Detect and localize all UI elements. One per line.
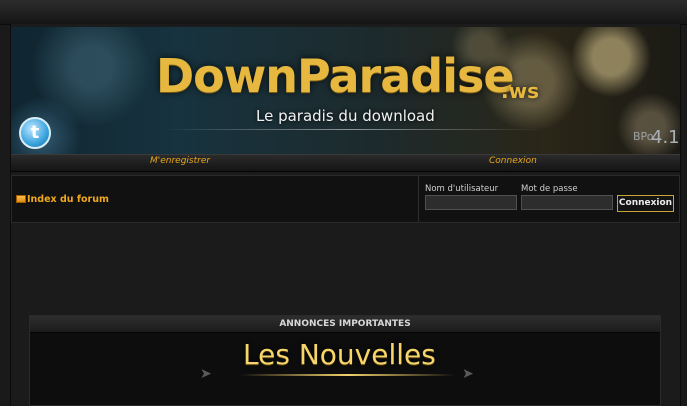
breadcrumb-bar: Index du forum Nom d'utilisateur Mot de … [11, 175, 680, 223]
login-button[interactable]: Connexion [617, 195, 674, 212]
version-number: 4.1 [651, 127, 680, 148]
arrow-right-icon: ➤ [462, 366, 474, 382]
username-field[interactable] [425, 195, 517, 210]
login-form: Nom d'utilisateur Mot de passe Connexion [418, 176, 680, 222]
site-tagline: Le paradis du download [256, 107, 435, 125]
site-logo-suffix: .ws [501, 79, 539, 103]
announcements-panel: ANNONCES IMPORTANTES ➤ Les Nouvelles ➤ [29, 315, 661, 406]
news-banner-underline [240, 374, 455, 376]
announcements-heading: ANNONCES IMPORTANTES [30, 316, 660, 333]
username-label: Nom d'utilisateur [425, 184, 499, 194]
site-logo-title: DownParadise [156, 49, 515, 103]
top-bar [0, 0, 687, 25]
breadcrumb[interactable]: Index du forum [16, 194, 109, 205]
page-container: DownParadise .ws Le paradis du download … [10, 24, 681, 406]
tagline-divider [161, 129, 541, 130]
password-field[interactable] [521, 195, 613, 210]
forum-index-link[interactable]: Index du forum [27, 194, 109, 205]
arrow-left-icon: ➤ [200, 366, 212, 382]
twitter-icon[interactable]: t [19, 117, 51, 149]
folder-icon [16, 195, 26, 203]
news-banner-title[interactable]: Les Nouvelles [243, 338, 436, 371]
nav-bar: M'enregistrer Connexion [11, 154, 680, 172]
site-banner[interactable]: DownParadise .ws Le paradis du download … [11, 27, 680, 155]
register-link[interactable]: M'enregistrer [150, 156, 210, 166]
login-link[interactable]: Connexion [489, 156, 537, 166]
password-label: Mot de passe [521, 184, 578, 194]
